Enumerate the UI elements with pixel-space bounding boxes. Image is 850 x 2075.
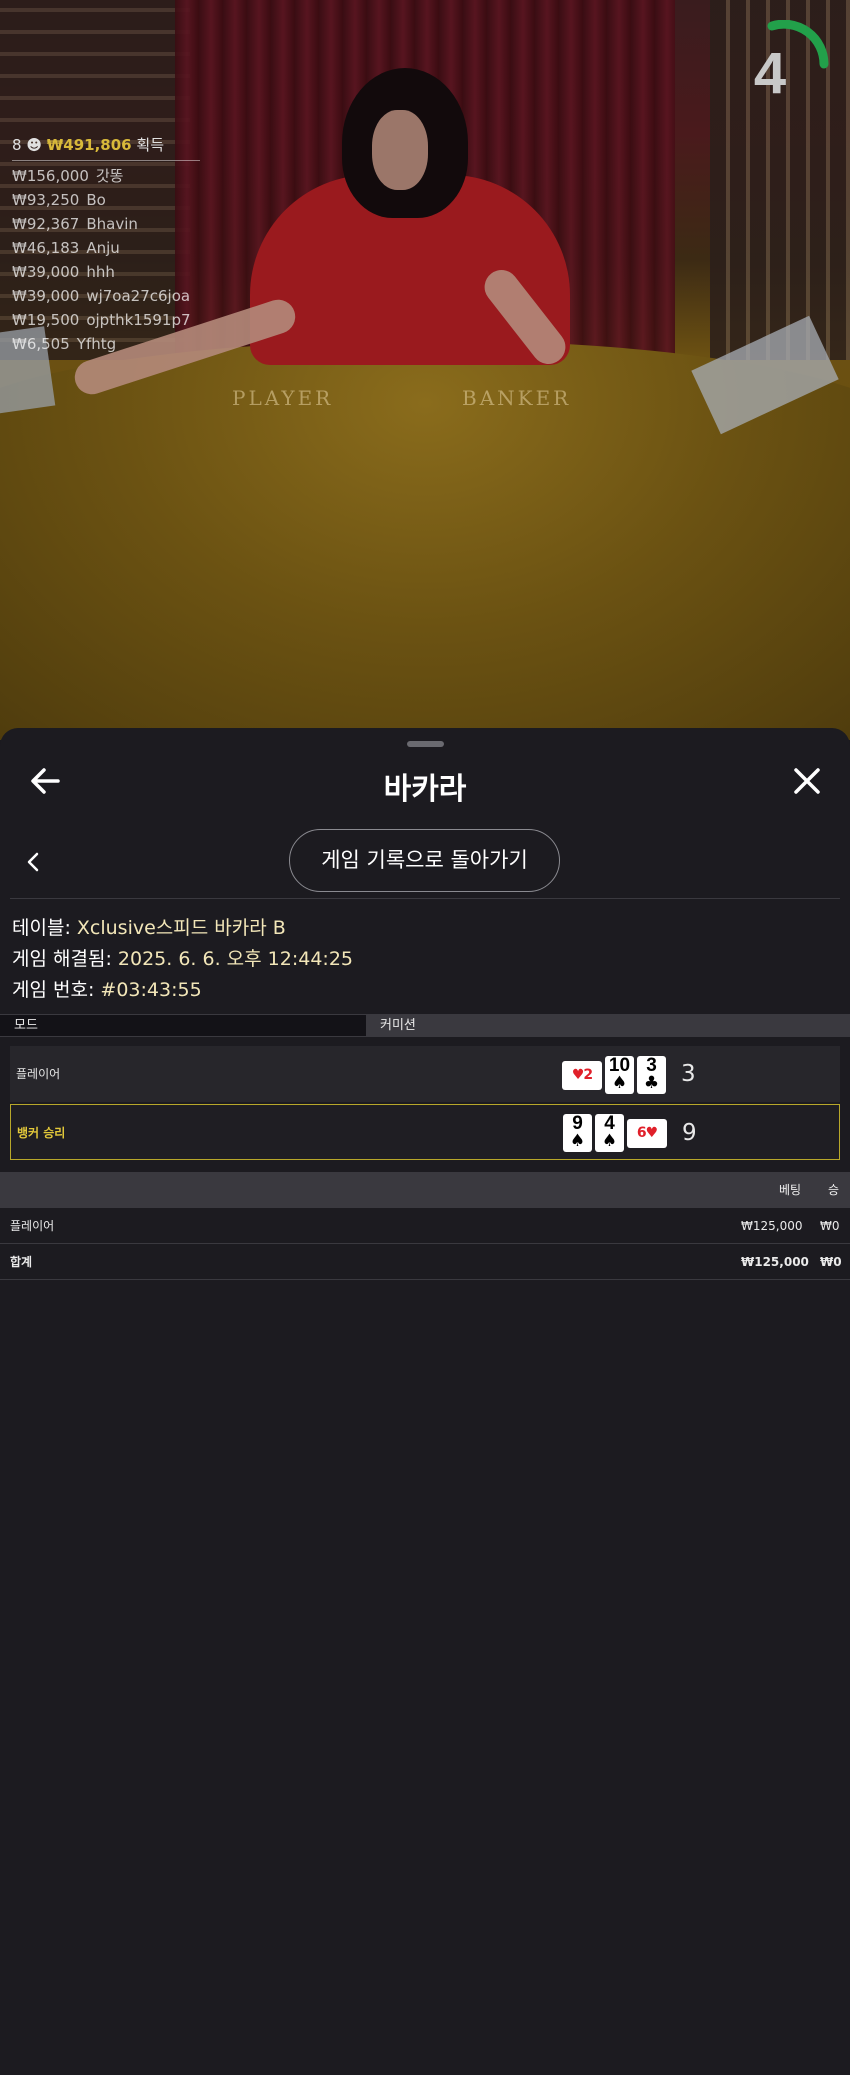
card-hand: 9 ♠ 4 ♠ 6♥ — [563, 1114, 667, 1152]
back-to-history-button[interactable]: 게임 기록으로 돌아가기 — [289, 829, 560, 892]
winner-name: Bo — [86, 191, 106, 209]
winners-suffix: 획득 — [136, 136, 165, 154]
bets-table-header: 베팅 승 — [0, 1172, 850, 1208]
win-amount: ₩0 — [820, 1219, 840, 1233]
settled-label: 게임 해결됨: — [12, 948, 112, 970]
winner-name: Bhavin — [86, 215, 138, 233]
total-label: 합계 — [10, 1255, 33, 1269]
live-video-stream: PLAYER BANKER 8 ☻ ₩491,806 획득 ₩156,000 갓똥… — [0, 0, 850, 740]
total-bet-amount: ₩125,000 — [741, 1255, 809, 1269]
card-sideways-face: ♥2 — [571, 1066, 593, 1083]
winner-amount: ₩92,367 — [12, 215, 80, 233]
winner-amount: ₩39,000 — [12, 287, 80, 305]
winner-name: hhh — [86, 263, 115, 281]
playing-card: 3 ♣ — [637, 1056, 666, 1094]
card-hand: ♥2 10 ♠ 3 ♣ — [562, 1056, 666, 1094]
card-suit: ♠ — [569, 1131, 586, 1151]
winner-amount: ₩46,183 — [12, 239, 80, 257]
game-number-info: 게임 번호: #03:43:55 — [12, 975, 202, 1002]
winner-row: ₩46,183 Anju — [12, 236, 200, 260]
card-suit: ♠ — [611, 1073, 628, 1093]
result-row-player: 플레이어 ♥2 10 ♠ 3 ♣ 3 — [10, 1046, 840, 1102]
card-suit: ♠ — [601, 1131, 618, 1151]
result-label: 플레이어 — [16, 1067, 61, 1081]
playing-card: 4 ♠ — [595, 1114, 624, 1152]
settled-info: 게임 해결됨: 2025. 6. 6. 오후 12:44:25 — [12, 944, 353, 971]
mode-label: 모드 — [0, 1015, 366, 1036]
divider — [10, 898, 840, 899]
table-info: 테이블: Xclusive스피드 바카라 B — [12, 913, 286, 940]
playing-card: 9 ♠ — [563, 1114, 592, 1152]
winner-name: 갓똥 — [95, 167, 124, 185]
felt-label-banker: BANKER — [462, 386, 572, 410]
chevron-left-icon[interactable] — [22, 848, 46, 876]
winner-row: ₩39,000 wj7oa27c6joa — [12, 284, 200, 308]
playing-card: 10 ♠ — [605, 1056, 634, 1094]
game-number-label: 게임 번호: — [12, 979, 95, 1001]
countdown-number: 4 — [753, 41, 787, 106]
drag-handle[interactable] — [407, 741, 444, 747]
column-header-win: 승 — [828, 1183, 840, 1197]
total-win-amount: ₩0 — [820, 1255, 842, 1269]
column-header-bet: 베팅 — [779, 1183, 802, 1197]
playing-card: ♥2 — [562, 1060, 602, 1090]
game-number-value: #03:43:55 — [100, 979, 202, 1001]
winner-row: ₩93,250 Bo — [12, 188, 200, 212]
game-detail-sheet: 바카라 게임 기록으로 돌아가기 테이블: Xclusive스피드 바카라 B … — [0, 728, 850, 2075]
recent-winners-list: 8 ☻ ₩491,806 획득 ₩156,000 갓똥 ₩93,250 Bo ₩92… — [12, 134, 200, 356]
winners-summary: 8 ☻ ₩491,806 획득 — [12, 134, 200, 161]
winner-row: ₩6,505 Yfhtg — [12, 332, 200, 356]
winner-name: Anju — [86, 239, 120, 257]
mode-bar: 모드 커미션 — [0, 1014, 850, 1037]
commission-label: 커미션 — [380, 1018, 416, 1033]
winner-row: ₩19,500 ojpthk1591p7 — [12, 308, 200, 332]
result-score: 9 — [682, 1120, 697, 1146]
dealer-face — [372, 110, 428, 190]
winner-amount: ₩19,500 — [12, 311, 80, 329]
close-icon[interactable] — [790, 764, 824, 798]
app-root: PLAYER BANKER 8 ☻ ₩491,806 획득 ₩156,000 갓똥… — [0, 0, 850, 2075]
winner-row: ₩92,367 Bhavin — [12, 212, 200, 236]
user-icon: ☻ — [26, 136, 42, 154]
table-value: Xclusive스피드 바카라 B — [76, 917, 286, 939]
winner-name: Yfhtg — [76, 335, 117, 353]
playing-card: 6♥ — [627, 1118, 667, 1148]
winner-amount: ₩156,000 — [12, 167, 89, 185]
winners-total: ₩491,806 — [46, 136, 132, 154]
winners-count: 8 — [12, 136, 22, 154]
result-score: 3 — [681, 1061, 696, 1087]
bet-label: 플레이어 — [10, 1219, 55, 1233]
card-suit: ♣ — [643, 1073, 660, 1093]
bet-amount: ₩125,000 — [741, 1219, 803, 1233]
page-title: 바카라 — [383, 772, 467, 807]
table-row: 플레이어 ₩125,000 ₩0 — [0, 1208, 850, 1244]
result-row-banker: 뱅커 승리 9 ♠ 4 ♠ 6♥ 9 — [10, 1104, 840, 1160]
winner-amount: ₩39,000 — [12, 263, 80, 281]
table-row-total: 합계 ₩125,000 ₩0 — [0, 1244, 850, 1280]
winner-row: ₩39,000 hhh — [12, 260, 200, 284]
result-label: 뱅커 승리 — [17, 1126, 66, 1140]
card-sideways-face: 6♥ — [636, 1124, 658, 1141]
winner-row: ₩156,000 갓똥 — [12, 164, 200, 188]
settled-value: 2025. 6. 6. 오후 12:44:25 — [117, 948, 353, 970]
winner-amount: ₩6,505 — [12, 335, 70, 353]
winner-name: wj7oa27c6joa — [86, 287, 191, 305]
table-label: 테이블: — [12, 917, 71, 939]
felt-label-player: PLAYER — [232, 386, 334, 410]
winner-amount: ₩93,250 — [12, 191, 80, 209]
winner-name: ojpthk1591p7 — [86, 311, 191, 329]
